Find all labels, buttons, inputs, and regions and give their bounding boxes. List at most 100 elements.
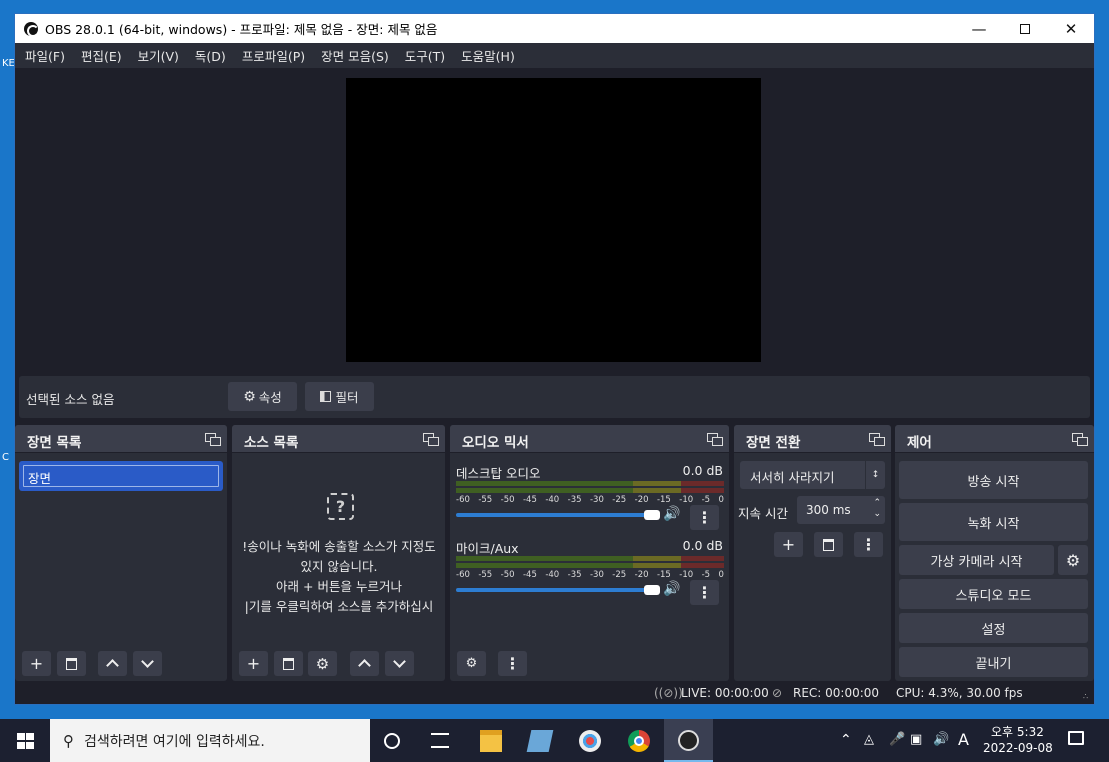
duration-value: 300 ms xyxy=(806,503,851,517)
network-icon[interactable]: ▣ xyxy=(910,732,922,747)
start-recording-button[interactable]: 녹화 시작 xyxy=(899,503,1088,541)
notepad-icon[interactable] xyxy=(526,730,554,752)
menu-help[interactable]: 도움말(H) xyxy=(453,46,523,65)
close-button[interactable]: ✕ xyxy=(1048,14,1094,43)
clock-time[interactable]: 오후 5:32 xyxy=(991,723,1044,740)
volume-knob[interactable] xyxy=(644,585,660,595)
cortana-icon[interactable] xyxy=(384,733,400,749)
start-streaming-button[interactable]: 방송 시작 xyxy=(899,461,1088,499)
audio-mixer-header[interactable]: 오디오 믹서 xyxy=(450,425,729,453)
meter-tick-label: -50 xyxy=(500,495,515,505)
move-source-up-button[interactable] xyxy=(350,651,379,676)
meter-tick-label: -25 xyxy=(612,495,627,505)
transitions-dock: 장면 전환 서서히 사라지기 ↕ 지속 시간 300 ms ⌃ ⌄ + ⋮ xyxy=(734,425,891,681)
volume-slider[interactable] xyxy=(456,585,660,595)
menu-edit[interactable]: 편집(E) xyxy=(73,46,130,65)
title-bar[interactable]: OBS 28.0.1 (64-bit, windows) - 프로파일: 제목 … xyxy=(15,14,1094,43)
notification-icon[interactable] xyxy=(1068,731,1084,745)
move-source-down-button[interactable] xyxy=(385,651,414,676)
move-scene-up-button[interactable] xyxy=(98,651,127,676)
no-source-selected-label: 선택된 소스 없음 xyxy=(26,392,115,407)
transition-menu-button[interactable]: ⋮ xyxy=(854,532,883,557)
empty-line: 아래 + 버튼을 누르거나 xyxy=(276,579,402,594)
speaker-icon[interactable]: 🔊 xyxy=(663,581,680,597)
advanced-audio-button[interactable]: ⚙ xyxy=(457,651,486,676)
scenes-dock-header[interactable]: 장면 목록 xyxy=(15,425,227,453)
meter-tick-label: -60 xyxy=(456,570,470,580)
file-explorer-icon[interactable] xyxy=(480,730,502,752)
minimize-button[interactable]: — xyxy=(956,14,1002,43)
task-view-icon[interactable] xyxy=(431,733,449,748)
meter-tick-label: -30 xyxy=(589,570,604,580)
remove-scene-button[interactable] xyxy=(57,651,86,676)
filters-button[interactable]: 필터 xyxy=(305,382,374,411)
menu-scene-collection[interactable]: 장면 모음(S) xyxy=(313,46,397,65)
remove-transition-button[interactable] xyxy=(814,532,843,557)
undock-icon[interactable] xyxy=(423,433,439,446)
obs-taskbar-button[interactable] xyxy=(664,719,713,762)
channel-name: 데스크탑 오디오 xyxy=(456,466,541,481)
meter-tick-label: -5 xyxy=(701,570,711,580)
gear-icon: ⚙ xyxy=(243,388,256,405)
maximize-button[interactable] xyxy=(1002,14,1048,43)
speaker-icon[interactable]: 🔊 xyxy=(663,506,680,522)
preview-canvas[interactable] xyxy=(346,78,761,362)
settings-button[interactable]: 설정 xyxy=(899,613,1088,643)
cpu-fps: CPU: 4.3%, 30.00 fps xyxy=(896,686,1023,700)
duration-spinbox[interactable]: 300 ms ⌃ ⌄ xyxy=(797,496,885,524)
menu-file[interactable]: 파일(F) xyxy=(17,46,73,65)
volume-knob[interactable] xyxy=(644,510,660,520)
undock-icon[interactable] xyxy=(205,433,221,446)
volume-icon[interactable]: 🔊 xyxy=(933,732,949,747)
empty-line: 있지 않습니다. xyxy=(300,559,378,574)
mixer-menu-button[interactable]: ⋮ xyxy=(498,651,527,676)
meter-ticks: -60 -55 -50 -45 -40 -35 -30 -25 -20 -15 -10 -5 0 xyxy=(456,570,724,580)
properties-button[interactable]: ⚙ 속성 xyxy=(228,382,297,411)
rec-status-icon: ⊘ xyxy=(772,686,783,700)
channel-menu-button[interactable]: ⋮ xyxy=(690,505,719,530)
menu-dock[interactable]: 독(D) xyxy=(187,46,234,65)
gear-icon: ⚙ xyxy=(1065,550,1081,570)
microphone-icon[interactable]: 🎤 xyxy=(889,732,905,747)
virtual-camera-settings-button[interactable]: ⚙ xyxy=(1058,545,1088,575)
add-source-button[interactable]: + xyxy=(239,651,268,676)
meet-now-icon[interactable]: ◬ xyxy=(864,732,874,747)
undock-icon[interactable] xyxy=(869,433,885,446)
remove-source-button[interactable] xyxy=(274,651,303,676)
taskbar: ⚲ 검색하려면 여기에 입력하세요. ⌃ ◬ 🎤 ▣ 🔊 A 오후 5:32 2… xyxy=(0,719,1109,762)
add-transition-button[interactable]: + xyxy=(774,532,803,557)
clock-date[interactable]: 2022-09-08 xyxy=(983,741,1053,755)
obs-window: OBS 28.0.1 (64-bit, windows) - 프로파일: 제목 … xyxy=(14,13,1095,705)
obs-icon xyxy=(678,730,699,751)
start-virtual-camera-button[interactable]: 가상 카메라 시작 xyxy=(899,545,1054,575)
meter-tick-label: -45 xyxy=(522,495,537,505)
studio-mode-button[interactable]: 스튜디오 모드 xyxy=(899,579,1088,609)
move-scene-down-button[interactable] xyxy=(133,651,162,676)
search-placeholder: 검색하려면 여기에 입력하세요. xyxy=(84,733,265,750)
exit-button[interactable]: 끝내기 xyxy=(899,647,1088,677)
show-hidden-icons[interactable]: ⌃ xyxy=(840,732,852,748)
transitions-title: 장면 전환 xyxy=(746,435,801,451)
ime-indicator[interactable]: A xyxy=(958,730,969,749)
channel-level: 0.0 dB xyxy=(682,463,723,478)
menu-view[interactable]: 보기(V) xyxy=(130,46,187,65)
resize-grip-icon[interactable]: ∴ xyxy=(1083,692,1088,701)
undock-icon[interactable] xyxy=(707,433,723,446)
source-properties-button[interactable]: ⚙ xyxy=(308,651,337,676)
sources-dock: 소스 목록 ? !송이나 녹화에 송출할 소스가 지정도 있지 않습니다. 아래… xyxy=(232,425,445,681)
scene-list-item[interactable]: 장면 xyxy=(19,461,223,491)
paint-icon[interactable] xyxy=(579,730,601,752)
add-scene-button[interactable]: + xyxy=(22,651,51,676)
volume-slider[interactable] xyxy=(456,510,660,520)
menu-profile[interactable]: 프로파일(P) xyxy=(234,46,313,65)
transition-select[interactable]: 서서히 사라지기 ↕ xyxy=(740,461,885,489)
sources-dock-header[interactable]: 소스 목록 xyxy=(232,425,445,453)
taskbar-search-box[interactable]: ⚲ 검색하려면 여기에 입력하세요. xyxy=(50,719,370,762)
undock-icon[interactable] xyxy=(1072,433,1088,446)
transitions-header[interactable]: 장면 전환 xyxy=(734,425,891,453)
channel-menu-button[interactable]: ⋮ xyxy=(690,580,719,605)
controls-header[interactable]: 제어 xyxy=(895,425,1094,453)
start-button[interactable] xyxy=(17,733,34,749)
obs-logo-icon xyxy=(24,21,39,37)
menu-tools[interactable]: 도구(T) xyxy=(397,46,453,65)
